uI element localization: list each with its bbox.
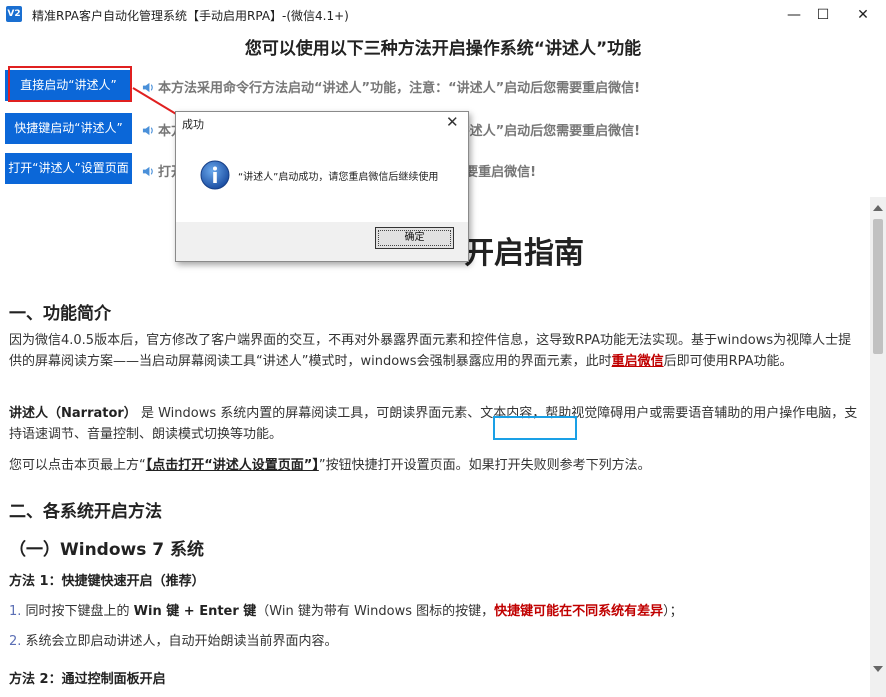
info-icon — [200, 160, 230, 190]
method-1-heading: 方法 1：快捷键快速开启（推荐） — [9, 574, 205, 589]
vertical-scrollbar[interactable] — [870, 197, 886, 697]
settings-paragraph: 您可以点击本页最上方“【点击打开“讲述人设置页面”】”按钮快捷打开设置页面。如果… — [9, 458, 651, 473]
guide-title: 开启指南 — [464, 236, 584, 271]
section-system-methods: 二、各系统开启方法 — [9, 502, 162, 522]
ok-button[interactable]: 确定 — [375, 227, 454, 249]
scroll-thumb[interactable] — [873, 219, 883, 354]
focus-ring — [378, 230, 451, 246]
intro-paragraph: 因为微信4.0.5版本后，官方修改了客户端界面的交互，不再对外暴露界面元素和控件… — [9, 333, 852, 369]
subsection-windows7: （一）Windows 7 系统 — [9, 540, 205, 560]
success-dialog: 成功 ✕ “讲述人”启动成功，请您重启微信后继续使用 确定 — [175, 111, 469, 262]
dialog-message: “讲述人”启动成功，请您重启微信后继续使用 — [238, 172, 439, 183]
dialog-titlebar: 成功 ✕ — [176, 112, 468, 134]
restart-wechat-link[interactable]: 重启微信 — [612, 354, 664, 369]
method-2-heading: 方法 2：通过控制面板开启 — [9, 672, 166, 687]
scroll-down-icon[interactable] — [873, 666, 883, 672]
dialog-title: 成功 — [182, 118, 204, 131]
open-settings-link[interactable]: 【点击打开“讲述人设置页面”】 — [146, 458, 319, 473]
focus-highlight-box — [493, 416, 577, 440]
scroll-up-icon[interactable] — [873, 205, 883, 211]
dialog-body: “讲述人”启动成功，请您重启微信后继续使用 — [176, 134, 468, 222]
section-function-intro: 一、功能简介 — [9, 304, 111, 324]
step-1: 1. 同时按下键盘上的 Win 键 + Enter 键（Win 键为带有 Win… — [9, 604, 683, 619]
step-2: 2. 系统会立即启动讲述人，自动开始朗读当前界面内容。 — [9, 634, 338, 649]
narrator-paragraph: 讲述人（Narrator） 是 Windows 系统内置的屏幕阅读工具，可朗读界… — [9, 406, 858, 442]
dialog-close-button[interactable]: ✕ — [446, 113, 459, 131]
